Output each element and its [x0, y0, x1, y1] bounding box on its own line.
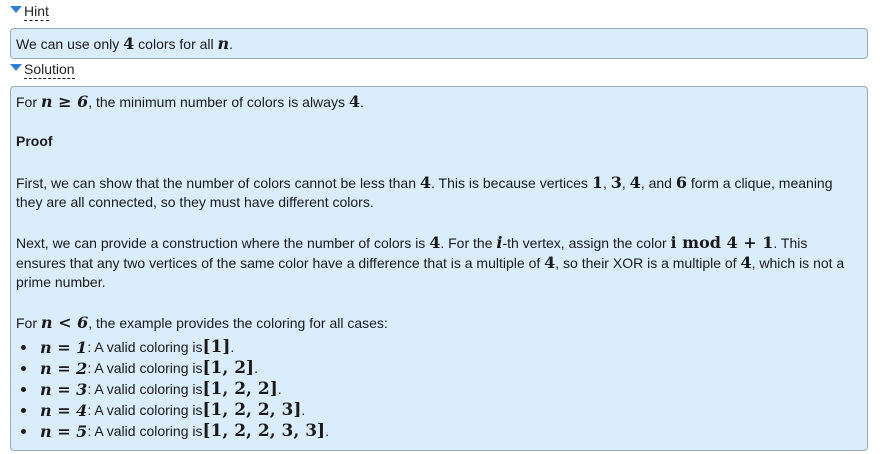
solution-intro: For n ≥ 6, the minimum number of colors …	[16, 92, 364, 111]
bullet-dot-icon	[21, 387, 26, 392]
solution-panel: For n ≥ 6, the minimum number of colors …	[10, 86, 868, 451]
proof-paragraph-2: Next, we can provide a construction wher…	[16, 233, 845, 290]
solution-toggle-label: Solution	[24, 61, 75, 79]
proof-title: Proof	[16, 133, 53, 149]
hint-toggle-label: Hint	[24, 3, 49, 21]
hint-toggle[interactable]: Hint	[10, 4, 49, 21]
list-item: n = 5 : A valid coloring is [1, 2, 2, 3,…	[16, 421, 329, 442]
triangle-down-icon	[10, 64, 22, 71]
list-item: n = 1 : A valid coloring is [1] .	[16, 337, 329, 358]
list-item: n = 3 : A valid coloring is [1, 2, 2] .	[16, 379, 329, 400]
proof-paragraph-1: First, we can show that the number of co…	[16, 173, 833, 210]
solution-toggle[interactable]: Solution	[10, 62, 75, 79]
hint-text: We can use only 4 colors for all n.	[16, 34, 234, 53]
cases-list: n = 1 : A valid coloring is [1] . n = 2 …	[16, 337, 329, 442]
hint-panel: We can use only 4 colors for all n.	[10, 28, 868, 59]
bullet-dot-icon	[21, 366, 26, 371]
bullet-dot-icon	[21, 345, 26, 350]
list-item: n = 4 : A valid coloring is [1, 2, 2, 3]…	[16, 400, 329, 421]
list-item: n = 2 : A valid coloring is [1, 2] .	[16, 358, 329, 379]
bullet-dot-icon	[21, 408, 26, 413]
triangle-down-icon	[10, 6, 22, 13]
cases-intro: For n < 6, the example provides the colo…	[16, 313, 388, 332]
bullet-dot-icon	[21, 429, 26, 434]
